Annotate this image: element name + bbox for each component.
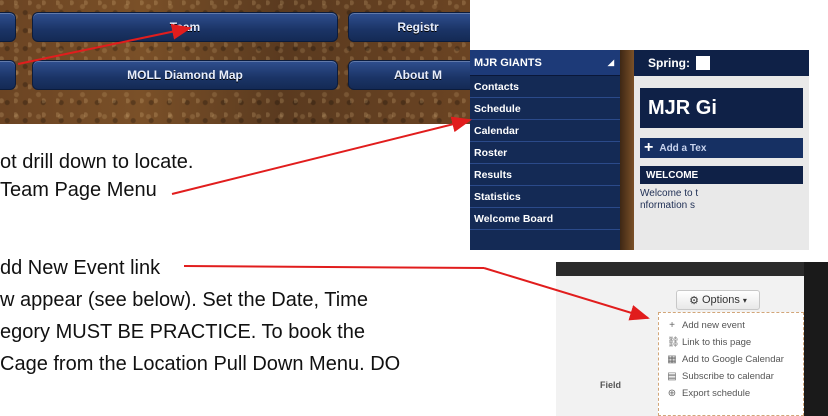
doc-line: dd New Event link [0, 257, 161, 279]
options-screenshot: ⚙ Options ▾ Field + Add new event ⛓ Link… [556, 262, 828, 416]
menu-item-results[interactable]: Results [470, 164, 620, 186]
team-name: MJR GIANTS [474, 56, 542, 69]
page-title: MJR Gi [640, 88, 803, 128]
menu-item-label: Subscribe to calendar [682, 371, 774, 382]
subscribe-icon: ▤ [667, 371, 677, 382]
nav-button-label: Registr [397, 20, 439, 34]
menu-item-add-event[interactable]: + Add new event [667, 317, 803, 334]
doc-line: Team Page Menu [0, 179, 157, 201]
welcome-line: nformation s [640, 200, 696, 211]
welcome-header: WELCOME [640, 166, 803, 184]
welcome-text: Welcome to t nformation s [640, 188, 803, 212]
nav-button-label: About M [394, 68, 442, 82]
arrow-segment [183, 265, 485, 269]
welcome-line: Welcome to t [640, 188, 699, 199]
caret-down-icon: ▾ [742, 295, 747, 305]
team-menu-screenshot: MJR GIANTS ◢ Contacts Schedule Calendar … [470, 50, 809, 250]
menu-item-label: Welcome Board [474, 212, 554, 225]
menu-item-label: Calendar [474, 124, 519, 137]
menu-item-statistics[interactable]: Statistics [470, 186, 620, 208]
menu-item-label: Add new event [682, 320, 745, 331]
menu-item-label: Statistics [474, 190, 521, 203]
menu-item-label: Roster [474, 146, 508, 159]
doc-line: w appear (see below). Set the Date, Time [0, 289, 368, 311]
nav-button-partial[interactable] [0, 60, 16, 90]
link-icon: ⛓ [667, 337, 680, 348]
calendar-icon: ▦ [667, 354, 677, 365]
menu-item-label: Schedule [474, 102, 521, 115]
nav-button-team[interactable]: Team [32, 12, 338, 42]
doc-line: Cage from the Location Pull Down Menu. D… [0, 353, 401, 375]
menu-item-label: Export schedule [682, 388, 751, 399]
nav-button-about[interactable]: About M [348, 60, 470, 90]
menu-item-export[interactable]: ⊕ Export schedule [667, 385, 803, 402]
menu-item-label: Contacts [474, 80, 519, 93]
menu-item-google-calendar[interactable]: ▦ Add to Google Calendar [667, 351, 803, 368]
options-button-label: Options [701, 294, 740, 306]
menu-item-label: Add to Google Calendar [682, 354, 784, 365]
nav-button-diamond-map[interactable]: MOLL Diamond Map [32, 60, 338, 90]
team-menu-header[interactable]: MJR GIANTS ◢ [470, 50, 620, 76]
doc-line: egory MUST BE PRACTICE. To book the [0, 321, 365, 343]
menu-item-label: Results [474, 168, 512, 181]
header-bar [556, 262, 828, 276]
menu-item-label: Link to this page [682, 337, 752, 348]
nav-button-label: MOLL Diamond Map [127, 68, 243, 82]
menu-item-schedule[interactable]: Schedule [470, 98, 620, 120]
side-border [804, 262, 828, 416]
divider [620, 50, 634, 250]
options-menu: + Add new event ⛓ Link to this page ▦ Ad… [658, 312, 804, 416]
nav-button-partial[interactable] [0, 12, 16, 42]
nav-screenshot: Team Registr MOLL Diamond Map About M [0, 0, 470, 124]
menu-item-subscribe[interactable]: ▤ Subscribe to calendar [667, 368, 803, 385]
season-dropdown[interactable] [696, 56, 710, 70]
export-icon: ⊕ [667, 388, 677, 399]
add-text-label: Add a Tex [659, 142, 707, 154]
nav-button-register[interactable]: Registr [348, 12, 470, 42]
team-content: Spring: MJR Gi + Add a Tex WELCOME Welco… [634, 50, 809, 250]
plus-icon: + [669, 320, 675, 331]
menu-item-link[interactable]: ⛓ Link to this page [667, 334, 803, 351]
options-button[interactable]: ⚙ Options ▾ [676, 290, 760, 310]
nav-button-label: Team [169, 20, 201, 34]
menu-item-roster[interactable]: Roster [470, 142, 620, 164]
season-selector: Spring: [634, 50, 809, 76]
table-header: Field [600, 380, 622, 390]
gear-icon: ⚙ [689, 294, 699, 307]
plus-icon[interactable]: + [644, 139, 653, 157]
menu-item-calendar[interactable]: Calendar [470, 120, 620, 142]
team-side-menu: MJR GIANTS ◢ Contacts Schedule Calendar … [470, 50, 620, 250]
arrow-to-schedule [171, 116, 472, 195]
collapse-icon[interactable]: ◢ [608, 58, 614, 67]
season-label: Spring: [648, 56, 690, 70]
doc-line: ot drill down to locate. [0, 151, 194, 173]
menu-item-contacts[interactable]: Contacts [470, 76, 620, 98]
add-text-row[interactable]: + Add a Tex [640, 138, 803, 158]
menu-item-welcome-board[interactable]: Welcome Board [470, 208, 620, 230]
